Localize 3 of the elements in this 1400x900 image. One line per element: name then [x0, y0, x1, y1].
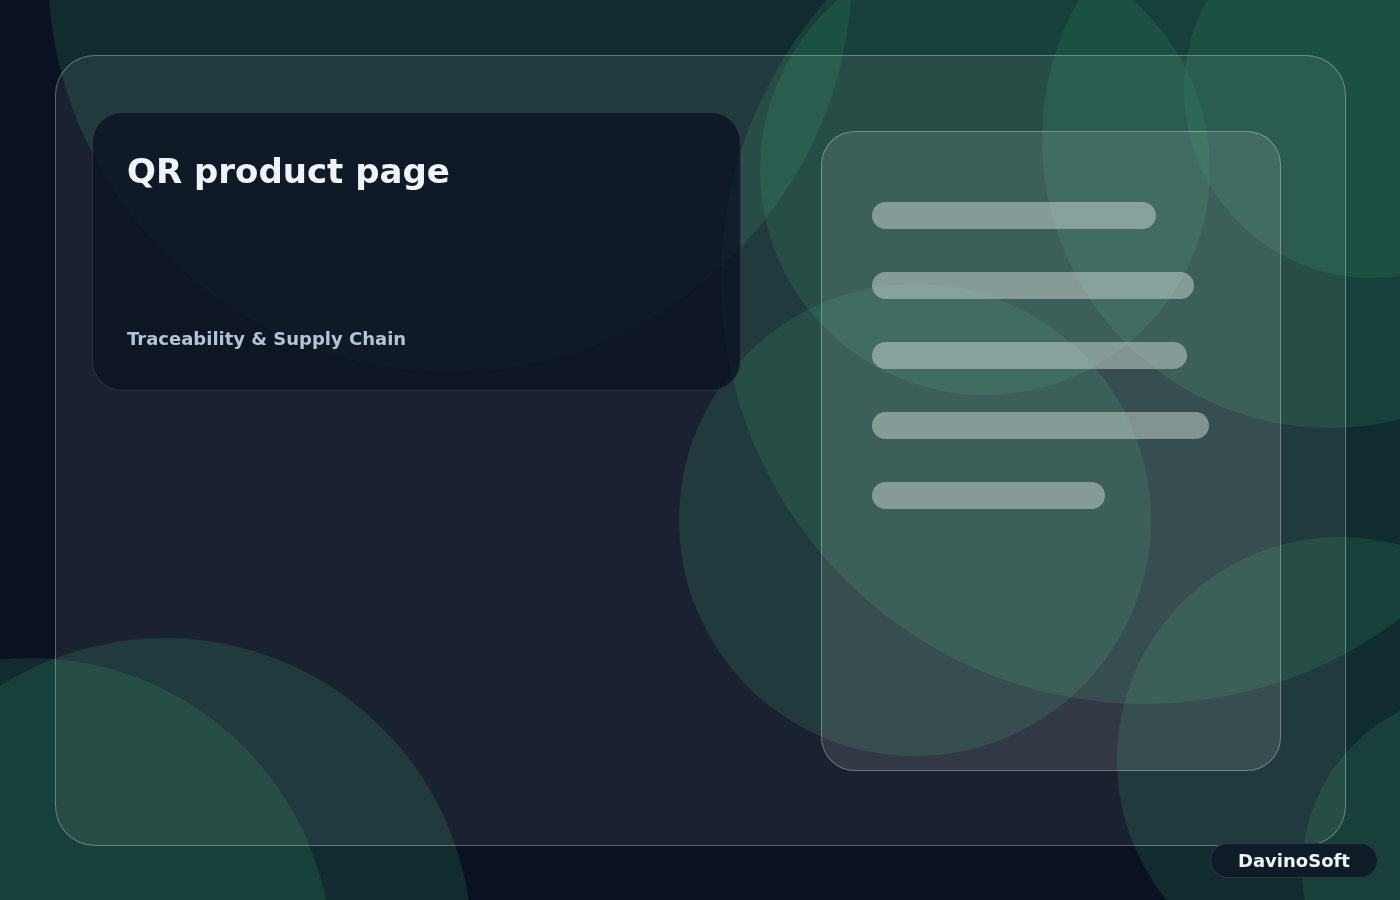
hero-subtitle: Traceability & Supply Chain: [127, 327, 408, 351]
brand-label: DavinoSoft: [1210, 843, 1378, 878]
hero-title: QR product page: [127, 151, 451, 192]
